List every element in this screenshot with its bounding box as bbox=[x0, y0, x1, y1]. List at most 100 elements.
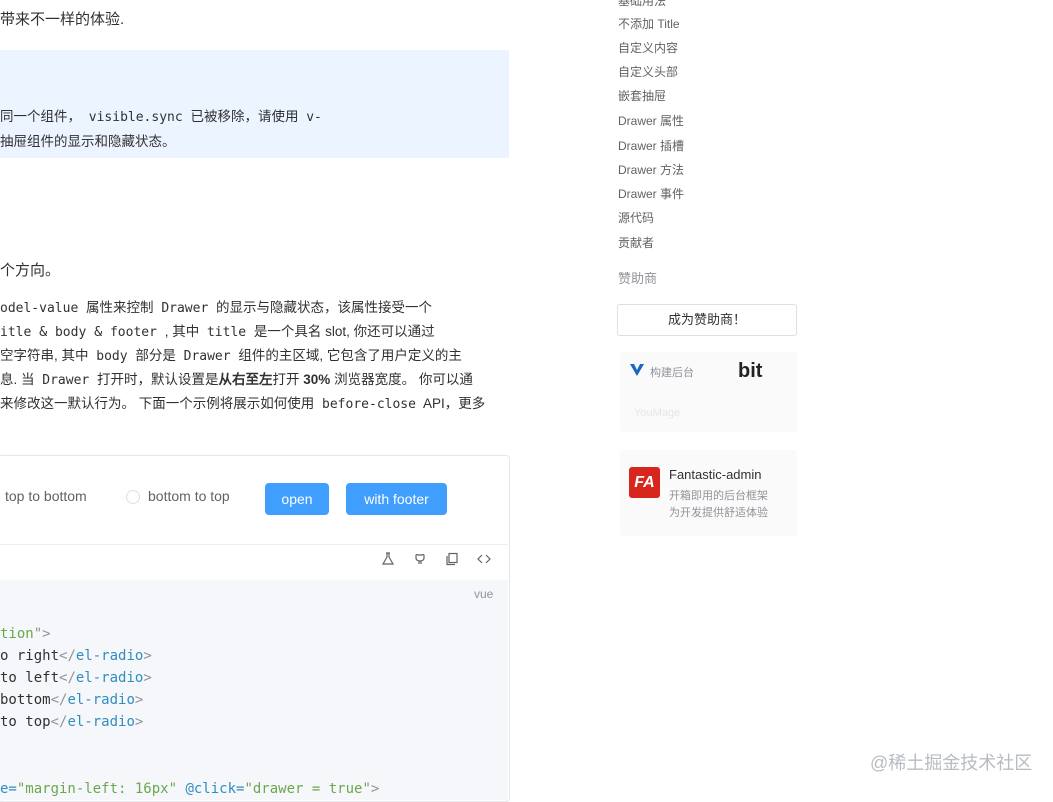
radio-bottom-to-top[interactable]: bottom to top bbox=[148, 488, 230, 504]
paragraph-line: 空字符串, 其中 body 部分是 Drawer 组件的主区域, 它包含了用户定… bbox=[0, 344, 462, 369]
code-line: tion"> bbox=[0, 623, 51, 645]
fantastic-admin-title: Fantastic-admin bbox=[669, 467, 762, 482]
code-token: </ bbox=[50, 714, 68, 730]
code-token: > bbox=[134, 714, 144, 730]
toc-item-slots[interactable]: Drawer 插槽 bbox=[618, 137, 684, 154]
github-icon[interactable] bbox=[412, 552, 428, 568]
toc-item-custom-header[interactable]: 自定义头部 bbox=[618, 63, 678, 80]
code-line: to top</el-radio> bbox=[0, 711, 143, 733]
inline-code: Drawer bbox=[183, 349, 231, 364]
toc-item-nested[interactable]: 嵌套抽屉 bbox=[618, 87, 666, 104]
code-token: </ bbox=[59, 648, 76, 664]
bold-text: 30% bbox=[303, 372, 331, 387]
section-text: 个方向。 bbox=[0, 262, 61, 279]
text: 浏览器宽度。 你可以通 bbox=[334, 372, 473, 387]
fantastic-admin-logo: FA bbox=[629, 467, 660, 498]
paragraph-line: 息. 当 Drawer 打开时，默认设置是从右至左打开 30% 浏览器宽度。 你… bbox=[0, 368, 473, 393]
code-token: </ bbox=[59, 670, 76, 686]
copy-icon[interactable] bbox=[444, 552, 460, 568]
open-button[interactable]: open bbox=[265, 483, 329, 515]
toc-item-attributes[interactable]: Drawer 属性 bbox=[618, 112, 684, 129]
text: API，更多 bbox=[422, 396, 486, 411]
text: & bbox=[39, 324, 48, 340]
with-footer-button[interactable]: with footer bbox=[346, 483, 447, 515]
inline-code: Drawer bbox=[42, 373, 90, 388]
text: 部分是 bbox=[135, 348, 176, 363]
toc-item-no-title[interactable]: 不添加 Title bbox=[618, 15, 680, 32]
code-line: o right</el-radio> bbox=[0, 645, 152, 667]
toc-item-basic[interactable]: 基础用法 bbox=[618, 0, 666, 9]
text: 组件的主区域, 它包含了用户定义的主 bbox=[238, 348, 462, 363]
toc-item-custom-content[interactable]: 自定义内容 bbox=[618, 39, 678, 56]
paragraph-line: 来修改这一默认行为。 下面一个示例将展示如何使用 before-close AP… bbox=[0, 392, 485, 417]
sponsor-heading: 赞助商 bbox=[618, 271, 658, 286]
tip-line-2: 抽屉组件的显示和隐藏状态。 bbox=[0, 134, 176, 149]
text: 来修改这一默认行为。 下面一个示例将展示如何使用 bbox=[0, 396, 315, 411]
code-line: to left</el-radio> bbox=[0, 667, 152, 689]
text: 空字符串, 其中 bbox=[0, 348, 89, 363]
code-token: el-radio bbox=[67, 714, 135, 730]
sponsor-bit-logo: bit bbox=[738, 360, 763, 382]
radio-top-to-bottom[interactable]: top to bottom bbox=[5, 488, 87, 504]
code-token: @click= bbox=[177, 781, 245, 797]
inline-code: title bbox=[206, 325, 247, 340]
code-line: e="margin-left: 16px" @click="drawer = t… bbox=[0, 778, 379, 800]
code-icon[interactable] bbox=[476, 552, 492, 568]
radio-circle[interactable] bbox=[126, 490, 140, 504]
code-token: to top bbox=[0, 714, 51, 730]
become-sponsor-button[interactable]: 成为赞助商！ bbox=[617, 304, 797, 336]
code-token: el-radio bbox=[75, 670, 144, 686]
toc-item-source[interactable]: 源代码 bbox=[618, 209, 654, 226]
fantastic-admin-desc-2: 为开发提供舒适体验 bbox=[669, 507, 768, 519]
code-token: "margin-left: 16px" bbox=[16, 781, 178, 797]
bold-text: 从右至左 bbox=[218, 372, 273, 387]
flask-icon[interactable] bbox=[380, 552, 396, 568]
code-token: > bbox=[370, 781, 380, 797]
code-token: el-radio bbox=[75, 648, 144, 664]
code-token: > bbox=[143, 648, 152, 664]
code-token: el-radio bbox=[67, 692, 135, 708]
text: & bbox=[94, 324, 103, 340]
intro-text: 带来不一样的体验. bbox=[0, 11, 125, 28]
inline-code: odel-value bbox=[0, 301, 79, 316]
radio-label: top to bottom bbox=[5, 488, 87, 504]
code-language: vue bbox=[474, 587, 494, 601]
paragraph-line: odel-value 属性来控制 Drawer 的显示与隐藏状态，该属性接受一个 bbox=[0, 296, 432, 321]
tip-text: 已被移除，请使用 bbox=[190, 109, 299, 124]
text: 打开 bbox=[272, 372, 300, 387]
code-token: > bbox=[134, 692, 144, 708]
toc-item-methods[interactable]: Drawer 方法 bbox=[618, 161, 684, 178]
inline-code: v- bbox=[306, 110, 322, 125]
text: 息. 当 bbox=[0, 372, 35, 387]
code-token: > bbox=[143, 670, 152, 686]
inline-code: body bbox=[54, 325, 87, 340]
watermark: @稀土掘金技术社区 bbox=[870, 753, 1033, 773]
tip-line-1: 同一个组件， visible.sync 已被移除，请使用 v- bbox=[0, 105, 326, 125]
code-token: bottom bbox=[0, 692, 51, 708]
code-token: tion bbox=[0, 626, 34, 642]
text: 的显示与隐藏状态，该属性接受一个 bbox=[216, 300, 433, 315]
inline-code: before-close bbox=[322, 397, 416, 412]
fantastic-admin-desc-1: 开箱即用的后台框架 bbox=[669, 490, 768, 502]
code-token: e= bbox=[0, 781, 17, 797]
radio-label: bottom to top bbox=[148, 488, 230, 504]
sponsor-logo-text: 构建后台 bbox=[650, 367, 694, 379]
text: , 其中 bbox=[164, 324, 200, 339]
code-token: </ bbox=[50, 692, 68, 708]
code-token: "drawer = true" bbox=[244, 781, 371, 797]
toc-item-contributors[interactable]: 贡献者 bbox=[618, 234, 654, 251]
toolbar-divider bbox=[0, 544, 508, 545]
inline-code: Drawer bbox=[161, 301, 209, 316]
inline-code: itle bbox=[0, 325, 32, 340]
inline-code: footer bbox=[109, 325, 157, 340]
sponsor-youmage-logo: YouMage bbox=[634, 407, 681, 419]
inline-code: body bbox=[96, 349, 128, 364]
tip-text: 同一个组件， bbox=[0, 109, 81, 124]
toc-item-events[interactable]: Drawer 事件 bbox=[618, 185, 684, 202]
code-token: "> bbox=[33, 626, 51, 642]
paragraph-line: itle & body & footer , 其中 title 是一个具名 sl… bbox=[0, 320, 435, 345]
sponsor-card[interactable] bbox=[620, 352, 797, 432]
code-token: to left bbox=[0, 670, 60, 686]
inline-code: visible.sync bbox=[88, 110, 183, 125]
text: 打开时，默认设置是 bbox=[97, 372, 219, 387]
